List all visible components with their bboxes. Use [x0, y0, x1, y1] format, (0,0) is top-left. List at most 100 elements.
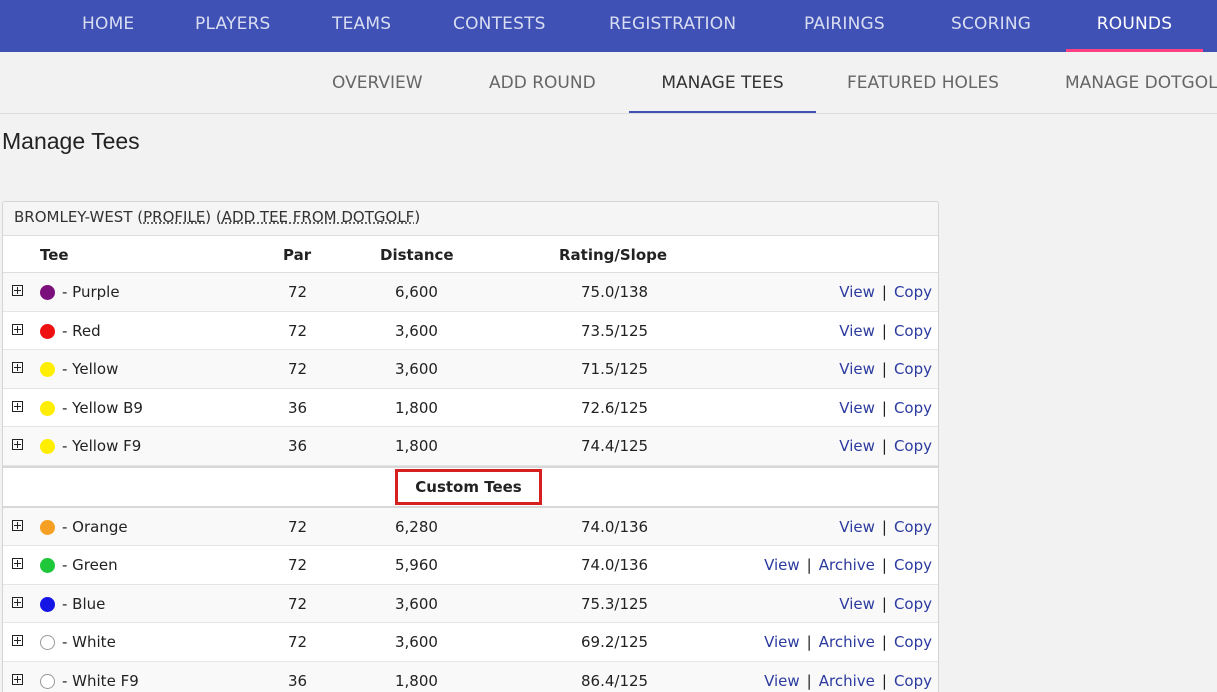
archive-link[interactable]: Archive	[819, 633, 875, 651]
table-row: - Yellow F9 36 1,800 74.4/125 View | Copy	[3, 427, 938, 466]
tee-distance: 1,800	[395, 398, 438, 417]
row-actions: View | Copy	[839, 595, 932, 613]
nav-teams[interactable]: TEAMS	[332, 0, 391, 52]
tee-color-icon	[40, 285, 55, 300]
tee-color-icon	[40, 439, 55, 454]
tee-color-icon	[40, 596, 55, 612]
view-link[interactable]: View	[839, 399, 875, 417]
expand-icon[interactable]	[12, 635, 23, 646]
view-link[interactable]: View	[839, 322, 875, 340]
profile-link[interactable]: PROFILE	[143, 208, 205, 226]
row-actions: View | Archive | Copy	[764, 556, 932, 574]
table-row: - Green 72 5,960 74.0/136 View | Archive | Copy	[3, 546, 938, 585]
tee-par: 72	[288, 594, 308, 613]
tab-overview[interactable]: OVERVIEW	[332, 52, 423, 113]
row-actions: View | Copy	[839, 437, 932, 455]
nav-contests[interactable]: CONTESTS	[453, 0, 546, 52]
tab-manage-dotgolf[interactable]: MANAGE DOTGOLF	[1065, 52, 1217, 113]
view-link[interactable]: View	[839, 595, 875, 613]
action-separator: |	[881, 437, 887, 455]
tee-rating-slope: 72.6/125	[581, 398, 649, 417]
table-row: - Red 72 3,600 73.5/125 View | Copy	[3, 311, 938, 350]
tee-par: 36	[288, 671, 308, 690]
tab-featured-holes[interactable]: FEATURED HOLES	[847, 52, 999, 113]
tee-rating-slope: 74.0/136	[581, 517, 649, 536]
action-separator: |	[881, 594, 887, 613]
course-header: BROMLEY-WEST (PROFILE) (ADD TEE FROM DOT…	[3, 202, 938, 236]
expand-icon[interactable]	[12, 673, 23, 685]
tee-distance: 5,960	[395, 556, 438, 574]
tees-panel: BROMLEY-WEST (PROFILE) (ADD TEE FROM DOT…	[2, 201, 939, 692]
tee-rating-slope: 86.4/125	[581, 671, 649, 690]
archive-link[interactable]: Archive	[819, 672, 875, 690]
nav-rounds[interactable]: ROUNDS	[1066, 0, 1203, 52]
tee-par: 72	[288, 360, 308, 378]
tee-distance: 3,600	[395, 594, 438, 613]
copy-link[interactable]: Copy	[894, 322, 932, 340]
tee-rating-slope: 71.5/125	[581, 360, 649, 378]
copy-link[interactable]: Copy	[894, 399, 932, 417]
tee-color-icon	[40, 519, 55, 535]
tee-par: 72	[288, 517, 308, 536]
expand-icon[interactable]	[12, 285, 23, 296]
copy-link[interactable]: Copy	[894, 595, 932, 613]
view-link[interactable]: View	[839, 283, 875, 301]
expand-icon[interactable]	[12, 558, 23, 569]
action-separator: |	[881, 398, 887, 417]
top-navigation: HOME PLAYERS TEAMS CONTESTS REGISTRATION…	[0, 0, 1217, 52]
view-link[interactable]: View	[839, 437, 875, 455]
row-actions: View | Copy	[839, 322, 932, 340]
copy-link[interactable]: Copy	[894, 360, 932, 378]
custom-tees: - Orange 72 6,280 74.0/136 View | Copy - Green 7…	[3, 507, 938, 692]
expand-icon[interactable]	[12, 439, 23, 450]
page-title: Manage Tees	[2, 128, 140, 154]
archive-link[interactable]: Archive	[819, 556, 875, 574]
table-row: - White F9 36 1,800 86.4/125 View | Archive | Co…	[3, 661, 938, 692]
copy-link[interactable]: Copy	[894, 672, 932, 690]
tab-add-round[interactable]: ADD ROUND	[489, 52, 596, 113]
expand-icon[interactable]	[12, 596, 23, 608]
action-separator: |	[881, 633, 887, 651]
custom-tees-divider: Custom Tees	[3, 465, 938, 508]
tee-rating-slope: 74.0/136	[581, 556, 649, 574]
copy-link[interactable]: Copy	[894, 437, 932, 455]
tee-distance: 3,600	[395, 360, 438, 378]
copy-link[interactable]: Copy	[894, 556, 932, 574]
row-actions: View | Archive | Copy	[764, 672, 932, 690]
tee-name: - Yellow F9	[62, 437, 142, 455]
tee-par: 72	[288, 633, 308, 651]
tee-name: - Blue	[62, 594, 106, 613]
copy-link[interactable]: Copy	[894, 518, 932, 536]
copy-link[interactable]: Copy	[894, 633, 932, 651]
expand-icon[interactable]	[12, 519, 23, 531]
tee-color-icon	[40, 400, 55, 416]
tee-name: - Orange	[62, 517, 128, 536]
view-link[interactable]: View	[839, 518, 875, 536]
table-row: - Orange 72 6,280 74.0/136 View | Copy	[3, 507, 938, 546]
nav-registration[interactable]: REGISTRATION	[609, 0, 736, 52]
action-separator: |	[806, 633, 812, 651]
expand-icon[interactable]	[12, 323, 23, 335]
nav-home[interactable]: HOME	[82, 0, 134, 52]
tab-manage-tees[interactable]: MANAGE TEES	[629, 52, 816, 113]
tee-color-icon	[40, 362, 55, 377]
tee-rating-slope: 73.5/125	[581, 321, 649, 340]
action-separator: |	[881, 321, 887, 340]
nav-players[interactable]: PLAYERS	[195, 0, 271, 52]
action-separator: |	[806, 556, 812, 574]
nav-scoring[interactable]: SCORING	[951, 0, 1031, 52]
tee-name: - White	[62, 633, 116, 651]
expand-icon[interactable]	[12, 400, 23, 412]
expand-icon[interactable]	[12, 362, 23, 373]
view-link[interactable]: View	[839, 360, 875, 378]
add-tee-from-dotgolf-link[interactable]: ADD TEE FROM DOTGOLF	[222, 208, 415, 226]
copy-link[interactable]: Copy	[894, 283, 932, 301]
view-link[interactable]: View	[764, 633, 800, 651]
view-link[interactable]: View	[764, 672, 800, 690]
tee-name: - Yellow	[62, 360, 119, 378]
nav-pairings[interactable]: PAIRINGS	[804, 0, 885, 52]
row-actions: View | Copy	[839, 399, 932, 417]
sub-navigation: OVERVIEW ADD ROUND MANAGE TEES FEATURED …	[0, 52, 1217, 114]
view-link[interactable]: View	[764, 556, 800, 574]
col-distance: Distance	[380, 246, 454, 264]
